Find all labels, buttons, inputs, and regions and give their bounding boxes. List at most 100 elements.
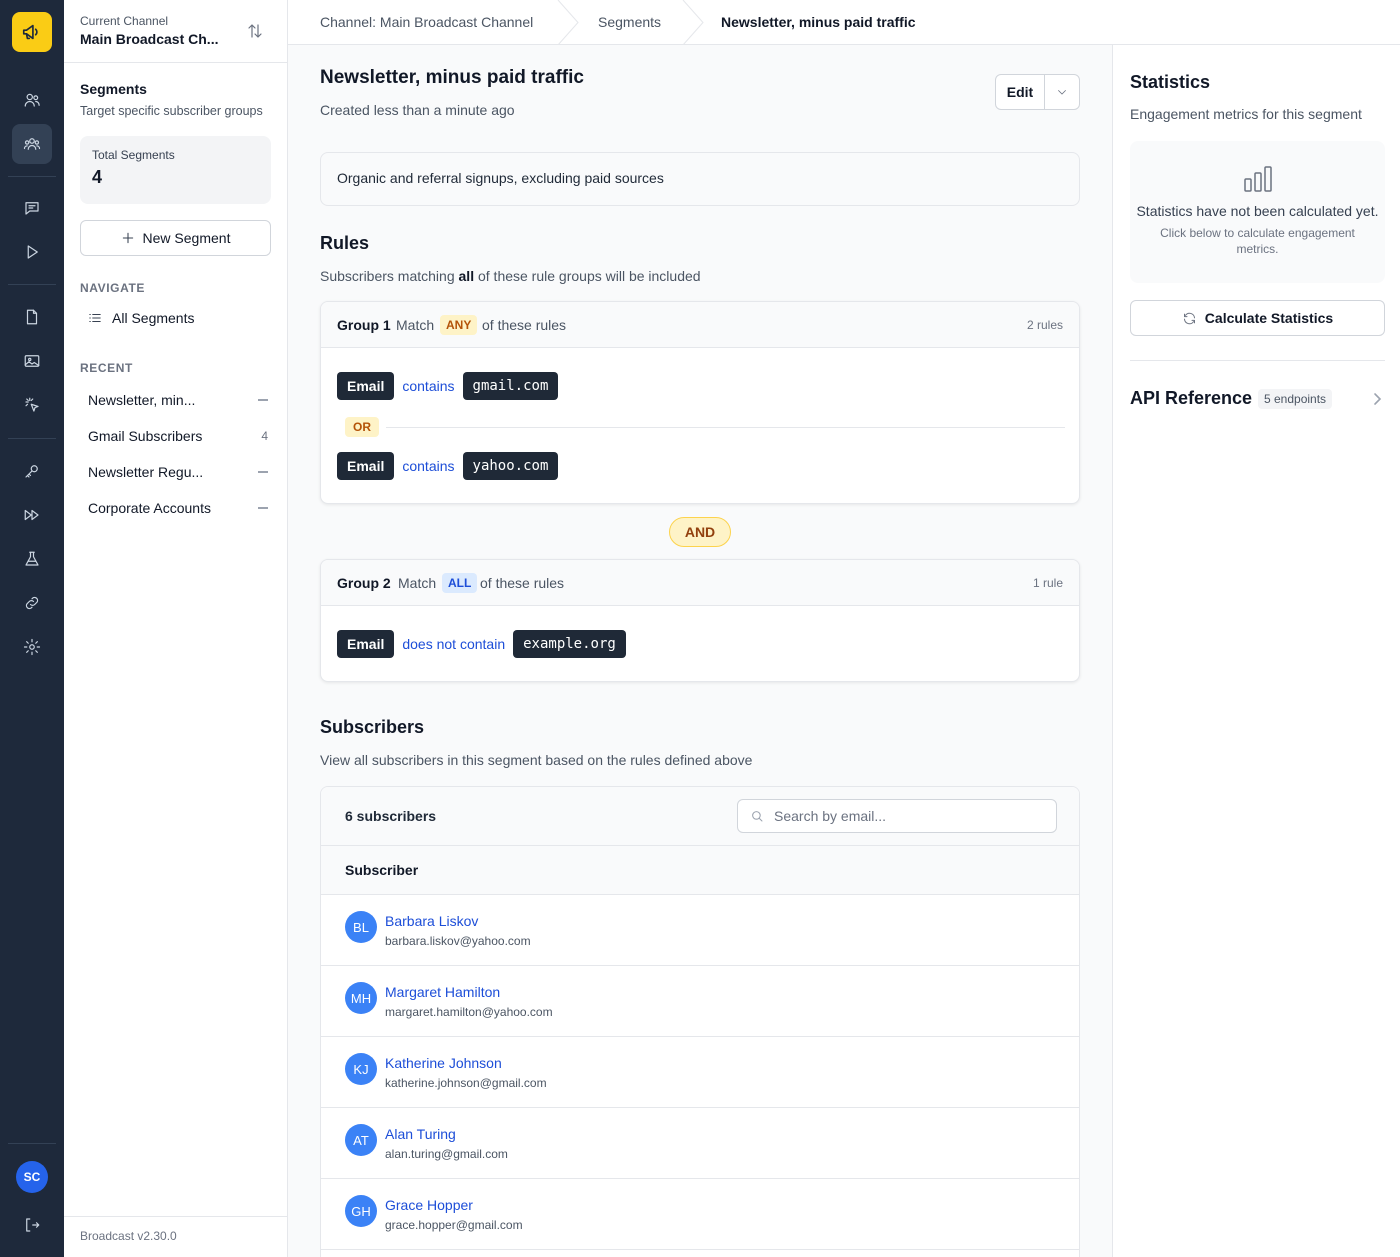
subscribers-heading: Subscribers	[320, 717, 425, 737]
breadcrumb-channel[interactable]: Channel: Main Broadcast Channel	[320, 14, 533, 30]
rule-operator: contains	[402, 378, 455, 394]
edit-dropdown-button[interactable]	[1045, 75, 1079, 109]
breadcrumb-separator	[556, 0, 580, 46]
rail-divider	[8, 438, 56, 439]
rule-group-1: Group 1 Match ANY of these rules 2 rules…	[320, 301, 1080, 504]
rule-group-of-label: of these rules	[480, 575, 565, 591]
subscribers-subtitle: View all subscribers in this segment bas…	[320, 752, 753, 768]
table-row[interactable]: MH Margaret Hamilton margaret.hamilton@y…	[321, 966, 1079, 1037]
rule-row: Email contains yahoo.com	[337, 452, 559, 480]
recent-heading: RECENT	[80, 361, 133, 375]
match-mode-badge: ALL	[442, 573, 478, 593]
rail-divider	[8, 284, 56, 285]
rules-subtitle-pre: Subscribers matching	[320, 268, 459, 284]
page-title: Newsletter, minus paid traffic	[320, 67, 584, 88]
search-input[interactable]	[774, 808, 1034, 824]
fast-forward-icon[interactable]	[12, 495, 52, 535]
total-segments-card: Total Segments 4	[80, 136, 271, 204]
subscriber-email: margaret.hamilton@yahoo.com	[385, 1005, 553, 1019]
document-icon[interactable]	[12, 297, 52, 337]
edit-button-group: Edit	[995, 74, 1080, 110]
calculate-statistics-button[interactable]: Calculate Statistics	[1130, 300, 1385, 336]
edit-button[interactable]: Edit	[996, 75, 1045, 109]
match-mode-badge: ANY	[440, 315, 478, 335]
nav-all-segments-label: All Segments	[112, 310, 195, 326]
gear-icon[interactable]	[12, 627, 52, 667]
statistics-empty-message: Statistics have not been calculated yet.	[1136, 203, 1379, 219]
rule-group-name: Group 2	[337, 575, 391, 591]
channel-label: Current Channel	[80, 14, 169, 28]
api-reference-title[interactable]: API Reference	[1130, 388, 1252, 409]
play-icon[interactable]	[12, 232, 52, 272]
recent-item[interactable]: Gmail Subscribers 4	[88, 424, 268, 448]
plus-icon	[122, 232, 133, 244]
subscriber-name-link[interactable]: Alan Turing	[385, 1126, 456, 1142]
megaphone-logo-icon[interactable]	[12, 12, 52, 52]
table-row[interactable]: AT Alan Turing alan.turing@gmail.com	[321, 1108, 1079, 1179]
link-icon[interactable]	[12, 583, 52, 623]
breadcrumb-current: Newsletter, minus paid traffic	[721, 14, 916, 30]
subscriber-name-link[interactable]: Margaret Hamilton	[385, 984, 500, 1000]
rule-value: yahoo.com	[462, 452, 559, 480]
breadcrumb-separator	[681, 0, 705, 46]
nav-all-segments[interactable]: All Segments	[88, 310, 194, 326]
navigate-heading: NAVIGATE	[80, 281, 146, 295]
swap-channel-icon[interactable]	[246, 22, 266, 42]
rule-count: 2 rules	[1026, 318, 1063, 332]
subscriber-email: grace.hopper@gmail.com	[385, 1218, 523, 1232]
channel-name[interactable]: Main Broadcast Ch...	[80, 31, 230, 47]
table-row[interactable]: GH Grace Hopper grace.hopper@gmail.com	[321, 1179, 1079, 1250]
segment-detail: Newsletter, minus paid traffic Created l…	[288, 45, 1112, 1257]
no-count-indicator	[258, 471, 268, 473]
or-badge: OR	[345, 417, 379, 437]
rule-group-header: Group 1 Match ANY of these rules 2 rules	[321, 302, 1079, 348]
total-segments-label: Total Segments	[92, 148, 175, 162]
recent-item-label: Newsletter, min...	[88, 392, 196, 408]
table-row[interactable]: BL Barbara Liskov barbara.liskov@yahoo.c…	[321, 895, 1079, 966]
rules-subtitle-bold: all	[458, 268, 475, 284]
recent-item[interactable]: Newsletter Regu...	[88, 460, 268, 484]
avatar: MH	[345, 982, 377, 1014]
recent-item[interactable]: Corporate Accounts	[88, 496, 268, 520]
subscriber-email: barbara.liskov@yahoo.com	[385, 934, 531, 948]
users-icon[interactable]	[12, 80, 52, 120]
table-header: Subscriber	[321, 846, 1079, 895]
logout-icon[interactable]	[12, 1205, 52, 1245]
avatar: KJ	[345, 1053, 377, 1085]
rule-group-name: Group 1	[337, 317, 391, 333]
rule-count: 1 rule	[1032, 576, 1063, 590]
new-segment-label: New Segment	[142, 230, 231, 246]
message-icon[interactable]	[12, 188, 52, 228]
rule-group-match-label: Match	[398, 575, 437, 591]
rule-value: gmail.com	[462, 372, 559, 400]
user-avatar[interactable]: SC	[16, 1161, 48, 1193]
subscriber-name-link[interactable]: Grace Hopper	[385, 1197, 473, 1213]
sidebar-divider	[64, 62, 287, 63]
no-count-indicator	[258, 399, 268, 401]
subscriber-name-link[interactable]: Katherine Johnson	[385, 1055, 502, 1071]
rules-heading: Rules	[320, 233, 370, 253]
segments-icon[interactable]	[12, 124, 52, 164]
rule-operator: does not contain	[402, 636, 506, 652]
flask-icon[interactable]	[12, 539, 52, 579]
image-icon[interactable]	[12, 341, 52, 381]
column-header-subscriber[interactable]: Subscriber	[345, 862, 418, 878]
sidebar-title: Segments	[80, 81, 147, 97]
subscriber-email: alan.turing@gmail.com	[385, 1147, 508, 1161]
table-row[interactable]: KJ Katherine Johnson katherine.johnson@g…	[321, 1037, 1079, 1108]
recent-item[interactable]: Newsletter, min...	[88, 388, 268, 412]
no-count-indicator	[258, 507, 268, 509]
rule-group-of-label: of these rules	[482, 317, 567, 333]
key-icon[interactable]	[12, 451, 52, 491]
created-timestamp: Created less than a minute ago	[320, 102, 515, 118]
cursor-click-icon[interactable]	[12, 385, 52, 425]
breadcrumb-segments[interactable]: Segments	[598, 14, 661, 30]
chevron-right-icon[interactable]	[1371, 392, 1383, 409]
new-segment-button[interactable]: New Segment	[80, 220, 271, 256]
rule-value: example.org	[513, 630, 626, 658]
subscriber-name-link[interactable]: Barbara Liskov	[385, 913, 478, 929]
rule-group-2: Group 2 Match ALL of these rules 1 rule …	[320, 559, 1080, 682]
chevron-down-icon	[1058, 90, 1066, 95]
sidebar-subtitle: Target specific subscriber groups	[80, 104, 263, 118]
avatar: BL	[345, 911, 377, 943]
